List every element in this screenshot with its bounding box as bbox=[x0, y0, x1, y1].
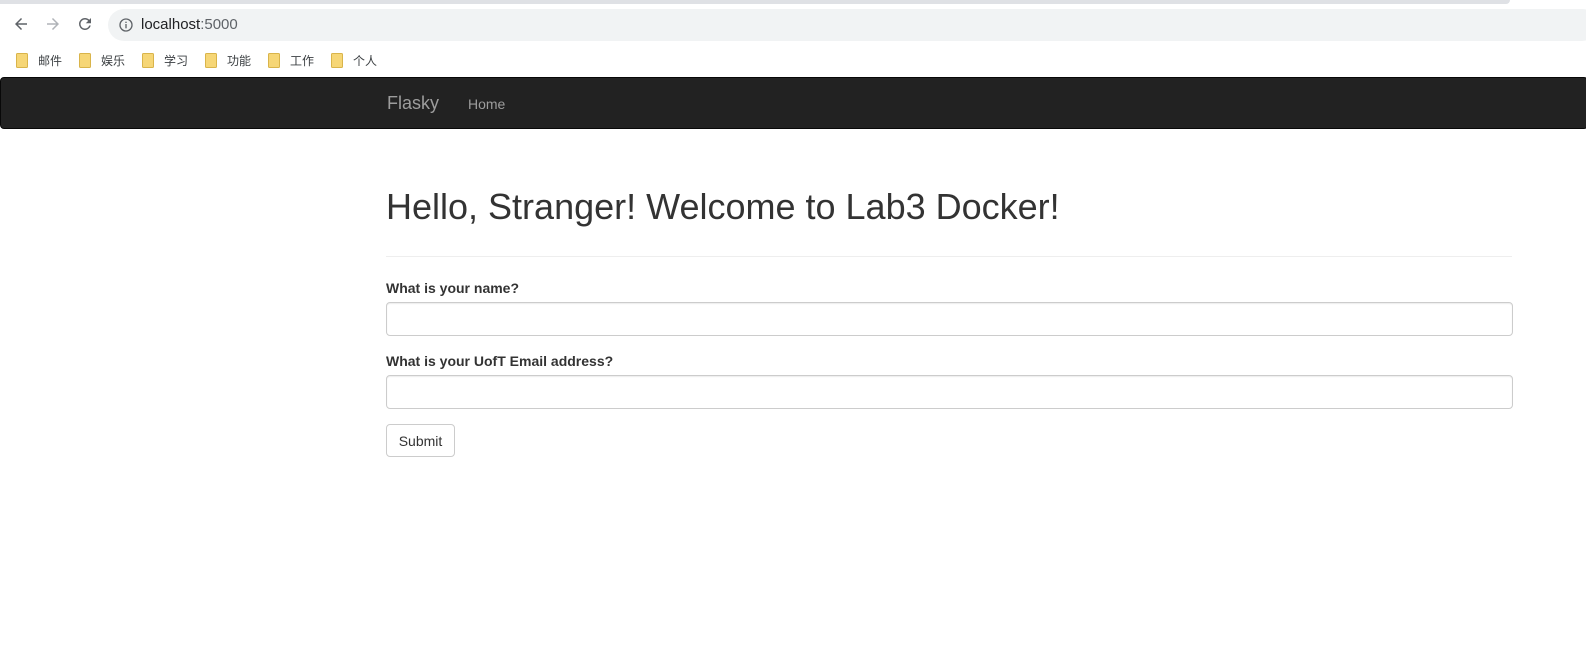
bookmark-label: 娱乐 bbox=[101, 53, 126, 68]
bookmark-label: 邮件 bbox=[38, 53, 63, 68]
name-input[interactable] bbox=[386, 302, 1513, 336]
arrow-right-icon bbox=[47, 18, 59, 30]
bookmark-folder[interactable]: 功能 bbox=[205, 51, 251, 69]
bookmark-label: 学习 bbox=[164, 53, 189, 68]
bookmark-label: 功能 bbox=[227, 53, 252, 68]
email-input[interactable] bbox=[386, 375, 1513, 409]
reload-icon bbox=[78, 17, 91, 30]
folder-icon bbox=[268, 52, 280, 68]
submit-button[interactable]: Submit bbox=[386, 424, 455, 457]
folder-icon bbox=[331, 52, 343, 68]
bookmarks-bar: 邮件 娱乐 学习 功能 工作 个人 bbox=[0, 44, 1586, 74]
header-divider bbox=[386, 256, 1512, 257]
back-button[interactable] bbox=[8, 12, 34, 36]
info-icon[interactable] bbox=[118, 17, 134, 33]
bookmark-folder[interactable]: 娱乐 bbox=[79, 51, 125, 69]
url-host: localhost bbox=[141, 16, 201, 33]
folder-icon bbox=[16, 52, 28, 68]
forward-button[interactable] bbox=[40, 12, 66, 36]
nav-link-home[interactable]: Home bbox=[468, 96, 505, 112]
bookmark-label: 工作 bbox=[290, 53, 315, 68]
url-text[interactable]: localhost:5000 bbox=[141, 16, 238, 33]
folder-icon bbox=[142, 52, 154, 68]
navbar-brand[interactable]: Flasky bbox=[387, 93, 439, 114]
name-label: What is your name? bbox=[386, 280, 520, 296]
bookmark-folder[interactable]: 个人 bbox=[331, 51, 377, 69]
url-port: :5000 bbox=[200, 16, 238, 33]
bookmark-folder[interactable]: 学习 bbox=[142, 51, 188, 69]
browser-toolbar: localhost:5000 bbox=[0, 4, 1586, 41]
arrow-left-icon bbox=[15, 18, 27, 30]
page-title: Hello, Stranger! Welcome to Lab3 Docker! bbox=[386, 186, 1060, 227]
bookmark-folder[interactable]: 工作 bbox=[268, 51, 314, 69]
reload-button[interactable] bbox=[72, 12, 98, 36]
folder-icon bbox=[205, 52, 217, 68]
folder-icon bbox=[79, 52, 91, 68]
navbar: Flasky Home bbox=[0, 77, 1586, 129]
address-bar[interactable]: localhost:5000 bbox=[108, 9, 1586, 41]
bookmark-label: 个人 bbox=[353, 53, 378, 68]
bookmark-folder[interactable]: 邮件 bbox=[16, 51, 62, 69]
email-label: What is your UofT Email address? bbox=[386, 353, 614, 369]
